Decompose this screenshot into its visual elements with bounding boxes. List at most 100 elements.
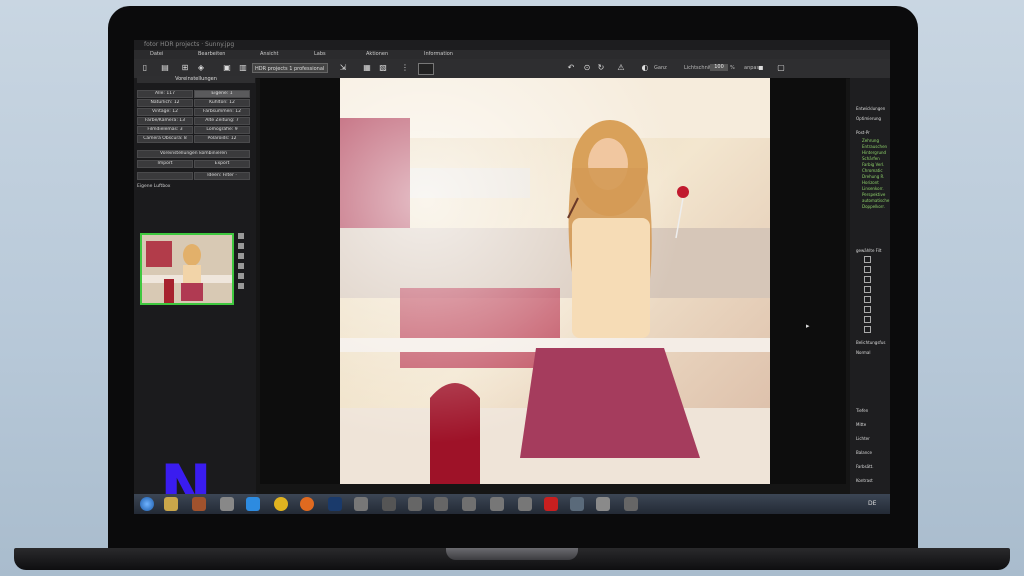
tool-icon-1[interactable] [238, 233, 244, 239]
menu-actions[interactable]: Aktionen [366, 50, 388, 59]
filter-checkbox-3[interactable] [864, 276, 871, 283]
app-icon-7[interactable] [596, 497, 610, 511]
app-icon-1[interactable] [408, 497, 422, 511]
zoom-icon[interactable]: ⊙ [582, 63, 592, 73]
app-icon-2[interactable] [434, 497, 448, 511]
filter-checkbox-4[interactable] [864, 286, 871, 293]
thumbnail-tools [238, 233, 246, 293]
filter-checkbox-1[interactable] [864, 256, 871, 263]
camera-icon[interactable] [382, 497, 396, 511]
slider-label-5: Kontrast [856, 478, 873, 483]
chrome-icon[interactable] [274, 497, 288, 511]
filter-checkbox-7[interactable] [864, 316, 871, 323]
clipboard-icon[interactable]: ▧ [378, 63, 388, 73]
tool-icon-4[interactable] [238, 263, 244, 269]
menu-bar: Datei Bearbeiten Ansicht Labs Aktionen I… [134, 50, 890, 59]
menu-edit[interactable]: Bearbeiten [198, 50, 225, 59]
app-screen: fotor HDR projects · Sunny.jpg Datei Bea… [134, 40, 890, 514]
combine-presets-button[interactable]: Voreinstellungen kombinieren [137, 150, 250, 158]
app-icon-8[interactable] [624, 497, 638, 511]
develop-header: Entwicklungen [856, 106, 886, 111]
filter-checkbox-8[interactable] [864, 326, 871, 333]
menu-view[interactable]: Ansicht [260, 50, 278, 59]
windows-taskbar: DE [134, 494, 890, 514]
slider-label-0: Tiefen [856, 408, 869, 413]
photoshop-icon[interactable] [328, 497, 342, 511]
app-icon-6[interactable] [570, 497, 584, 511]
app-icon-3[interactable] [462, 497, 476, 511]
edited-photo [340, 78, 770, 484]
image-icon[interactable]: ▥ [238, 63, 248, 73]
adjustments-panel: Entwicklungen Optimierung Post-Pr Zehrun… [850, 78, 890, 494]
preset-select[interactable]: HDR projects 1 professional [252, 63, 328, 73]
explorer-icon[interactable] [164, 497, 178, 511]
filter-select[interactable]: Ideen: Filter · [194, 172, 250, 180]
compare-icon[interactable]: ⊞ [180, 63, 190, 73]
tool-icon-5[interactable] [238, 273, 244, 279]
save-icon[interactable]: ▤ [160, 63, 170, 73]
pp-item-11[interactable]: Doppelkorr. [862, 204, 889, 210]
slider-label-1: Mitte [856, 422, 867, 427]
preset-btn-3[interactable]: Kühltön: 12 [194, 99, 250, 107]
app-icon-5[interactable] [518, 497, 532, 511]
filter-icon[interactable]: ◈ [196, 63, 206, 73]
category-label: Eigene Luftbox [137, 184, 171, 189]
tool-icon-3[interactable] [238, 253, 244, 259]
preset-btn-11[interactable]: Polaroids: 12 [194, 135, 250, 143]
print-icon[interactable]: ▦ [362, 63, 372, 73]
grid-icon[interactable]: ⋮ [400, 63, 410, 73]
slider-label-2: Lichter [856, 436, 870, 441]
lock-icon[interactable]: ▪ [756, 63, 766, 73]
menu-file[interactable]: Datei [150, 50, 163, 59]
filter-checkbox-2[interactable] [864, 266, 871, 273]
selected-filters-header: gewählte Filt [856, 248, 882, 253]
mirror-icon[interactable]: ⚠ [616, 63, 626, 73]
media-icon[interactable] [192, 497, 206, 511]
preset-btn-9[interactable]: Lomografie: 9 [194, 126, 250, 134]
file-icon[interactable]: ▯ [140, 63, 150, 73]
pdf-icon[interactable] [544, 497, 558, 511]
preset-btn-6[interactable]: Farbe/Kamera: 13 [137, 117, 193, 125]
app-icon-4[interactable] [490, 497, 504, 511]
language-indicator[interactable]: DE [868, 500, 876, 507]
threshold-input[interactable]: 100 [710, 64, 728, 71]
thumbnail-image [142, 235, 232, 303]
presets-panel: Voreinstellungen Alle: 117 Eigene: 1 Nat… [134, 76, 256, 514]
import-button[interactable]: Import [137, 160, 193, 168]
redo-icon[interactable]: ↻ [596, 63, 606, 73]
presets-header: Voreinstellungen [137, 76, 255, 83]
export-icon[interactable]: ▣ [222, 63, 232, 73]
preset-btn-2[interactable]: Natürlich: 12 [137, 99, 193, 107]
filter-checkbox-6[interactable] [864, 306, 871, 313]
tool-icon-2[interactable] [238, 243, 244, 249]
filter-checkbox-5[interactable] [864, 296, 871, 303]
preview-icon[interactable] [418, 63, 434, 75]
preset-thumbnail[interactable] [140, 233, 234, 305]
menu-labs[interactable]: Labs [314, 50, 326, 59]
preset-btn-5[interactable]: Farbsummen: 12 [194, 108, 250, 116]
tools-icon[interactable] [354, 497, 368, 511]
preset-btn-1[interactable]: Eigene: 1 [194, 90, 250, 98]
menu-info[interactable]: Information [424, 50, 453, 59]
crop-icon[interactable]: ⇲ [338, 63, 348, 73]
zoom-out-icon[interactable]: ◐ [640, 63, 650, 73]
export-button[interactable]: Export [194, 160, 250, 168]
preset-btn-4[interactable]: Vintage: 12 [137, 108, 193, 116]
mode-select[interactable]: Normal [856, 350, 870, 355]
undo-icon[interactable]: ↶ [566, 63, 576, 73]
filter-toggle[interactable] [137, 172, 193, 180]
optimize-option[interactable]: Optimierung [856, 116, 881, 121]
preset-btn-8[interactable]: Filmdielemas: 3 [137, 126, 193, 134]
start-button-icon[interactable] [140, 497, 154, 511]
window-titlebar: fotor HDR projects · Sunny.jpg [134, 40, 890, 50]
exposure-header: Belichtungsfus [856, 340, 886, 345]
firefox-icon[interactable] [300, 497, 314, 511]
preset-btn-10[interactable]: Camera Obscura: 8 [137, 135, 193, 143]
fullscreen-icon[interactable]: ▢ [776, 63, 786, 73]
search-icon[interactable] [220, 497, 234, 511]
tool-icon-6[interactable] [238, 283, 244, 289]
ie-icon[interactable] [246, 497, 260, 511]
canvas-area: ▸ [260, 78, 846, 484]
preset-btn-7[interactable]: Alte Zeitung: 7 [194, 117, 250, 125]
preset-btn-0[interactable]: Alle: 117 [137, 90, 193, 98]
